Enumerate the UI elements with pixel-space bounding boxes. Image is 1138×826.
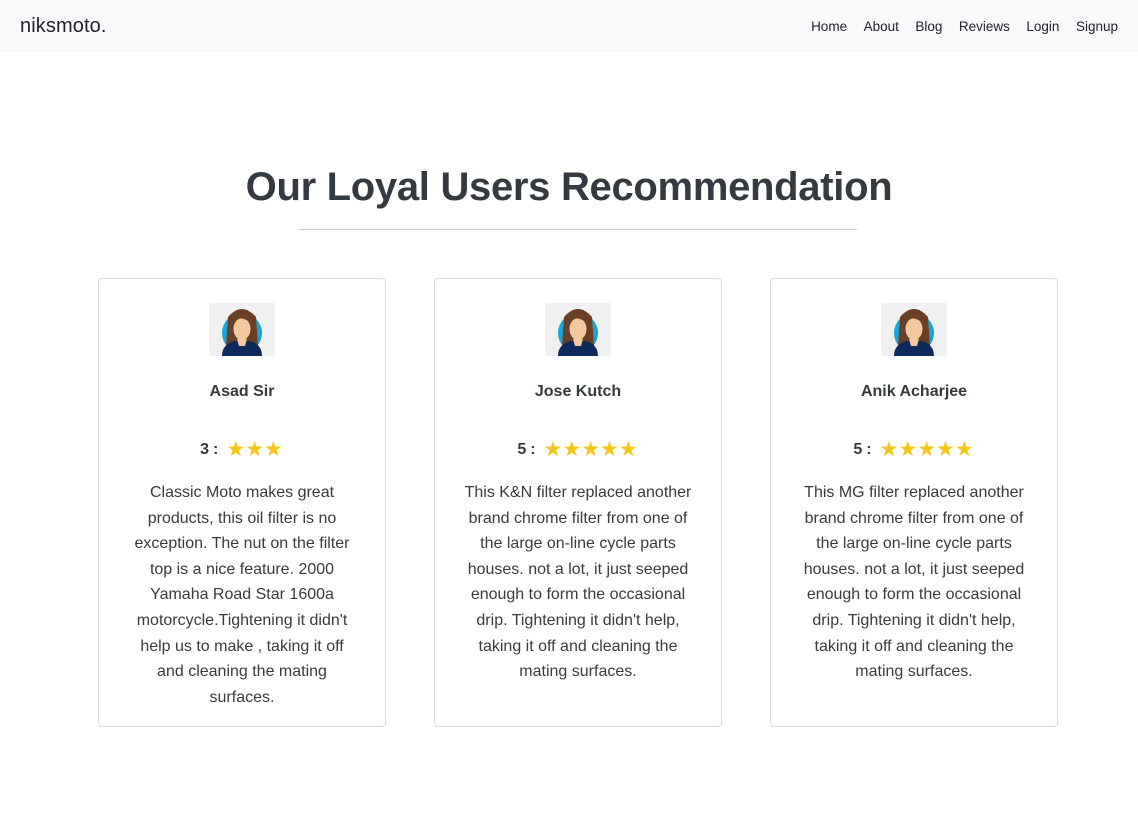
- section-title: Our Loyal Users Recommendation: [245, 165, 893, 209]
- reviewer-name: Asad Sir: [209, 383, 275, 400]
- brand-logo[interactable]: niksmoto.: [20, 15, 107, 38]
- rating-separator: :: [213, 440, 219, 458]
- rating-separator: :: [530, 440, 536, 458]
- nav-link-blog[interactable]: Blog: [915, 19, 942, 34]
- rating: 5 : ★★★★★: [771, 439, 1057, 460]
- rating-value: 5: [853, 440, 863, 458]
- woman-avatar-icon: [209, 303, 275, 356]
- star-icon: ★★★: [226, 437, 283, 461]
- rating-value: 5: [517, 440, 527, 458]
- review-text: This K&N filter replaced another brand c…: [464, 484, 692, 681]
- nav-link-home[interactable]: Home: [811, 19, 847, 34]
- nav-link-signup[interactable]: Signup: [1076, 19, 1118, 34]
- star-icon: ★★★★★: [543, 437, 638, 461]
- woman-avatar-icon: [881, 303, 947, 356]
- woman-avatar-icon: [545, 303, 611, 356]
- review-text: Classic Moto makes great products, this …: [134, 484, 350, 706]
- review-text: This MG filter replaced another brand ch…: [803, 484, 1025, 681]
- nav-link-about[interactable]: About: [864, 19, 899, 34]
- review-card: Jose Kutch 5 : ★★★★★ This K&N filter rep…: [434, 278, 722, 727]
- nav-link-login[interactable]: Login: [1026, 19, 1059, 34]
- rating-separator: :: [866, 440, 872, 458]
- star-icon: ★★★★★: [879, 437, 974, 461]
- rating: 5 : ★★★★★: [435, 439, 721, 460]
- reviewer-name: Jose Kutch: [534, 383, 622, 400]
- review-card: Asad Sir 3 : ★★★ Classic Moto makes grea…: [98, 278, 386, 727]
- navbar: niksmoto. Home About Blog Reviews Login …: [0, 0, 1138, 52]
- nav-links: Home About Blog Reviews Login Signup: [811, 19, 1118, 34]
- nav-link-reviews[interactable]: Reviews: [959, 19, 1010, 34]
- rating-value: 3: [200, 440, 210, 458]
- review-card: Anik Acharjee 5 : ★★★★★ This MG filter r…: [770, 278, 1058, 727]
- rating: 3 : ★★★: [99, 439, 385, 460]
- reviewer-name: Anik Acharjee: [860, 383, 968, 400]
- title-divider: [299, 229, 857, 230]
